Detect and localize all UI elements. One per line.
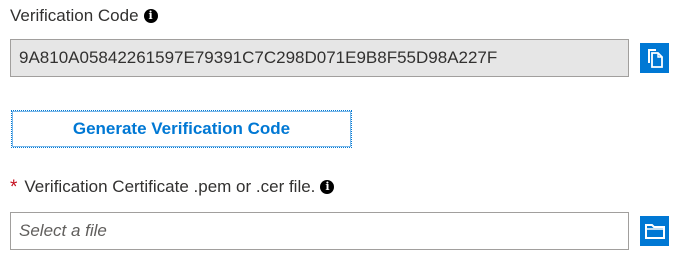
- info-icon[interactable]: i: [143, 9, 158, 23]
- copy-button[interactable]: [640, 43, 669, 73]
- folder-icon: [644, 224, 665, 239]
- required-asterisk: *: [10, 176, 18, 198]
- certificate-label-text: Verification Certificate .pem or .cer fi…: [24, 177, 316, 196]
- browse-file-button[interactable]: [640, 216, 669, 246]
- certificate-file-input[interactable]: [10, 212, 629, 250]
- generate-verification-code-button[interactable]: Generate Verification Code: [10, 109, 353, 149]
- certificate-label: * Verification Certificate .pem or .cer …: [10, 176, 335, 198]
- copy-icon: [647, 49, 663, 68]
- verification-code-field[interactable]: 9A810A05842261597E79391C7C298D071E9B8F55…: [10, 39, 629, 77]
- verification-code-label: Verification Code i: [10, 6, 158, 26]
- verification-code-label-text: Verification Code: [10, 6, 139, 25]
- verification-code-value: 9A810A05842261597E79391C7C298D071E9B8F55…: [19, 48, 498, 67]
- info-icon[interactable]: i: [320, 180, 335, 194]
